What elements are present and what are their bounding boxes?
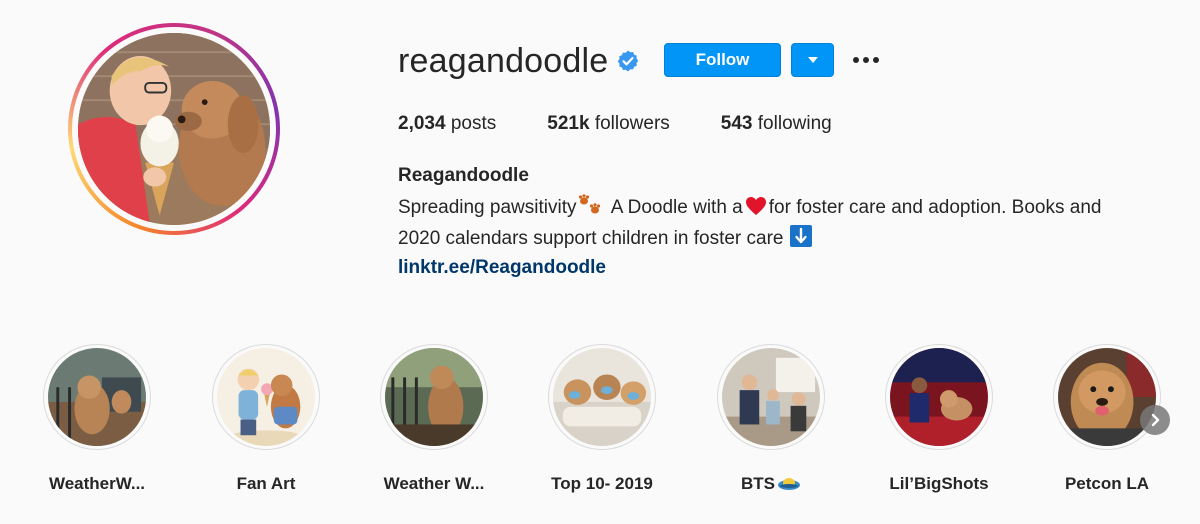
username-row: reagandoodle xyxy=(398,40,640,82)
followers-label: followers xyxy=(594,113,670,134)
bio-line1-b: A Doodle with a xyxy=(606,197,743,218)
chevron-down-icon xyxy=(807,57,818,63)
posts-stat: 2,034 posts xyxy=(398,113,496,135)
following-count: 543 xyxy=(720,113,753,134)
bio-text: Spreading pawsitivity A Doodle with a fo… xyxy=(398,192,1178,254)
verified-badge-icon xyxy=(616,49,640,73)
story-highlight[interactable]: WeatherW... xyxy=(13,344,181,494)
dogs-in-bed-image xyxy=(553,348,651,446)
suggested-accounts-dropdown-button[interactable] xyxy=(791,43,834,77)
tv-stage-image xyxy=(890,348,988,446)
profile-stats: 2,034 posts 521k followers 543 following xyxy=(398,110,883,138)
bio-line1-c: for foster care and adoption. Books and xyxy=(768,197,1102,218)
chevron-right-icon xyxy=(1151,413,1160,427)
more-dot-icon xyxy=(863,57,869,63)
highlight-label: BTS xyxy=(741,474,801,494)
profile-link[interactable]: linktr.ee/Reagandoodle xyxy=(398,254,606,282)
highlight-label: Lil’BigShots xyxy=(889,474,989,493)
followers-stat[interactable]: 521k followers xyxy=(547,113,670,135)
story-highlight[interactable]: BTS xyxy=(687,344,855,494)
profile-page: reagandoodle Follow 2,034 posts 521k fol… xyxy=(0,0,1200,524)
following-label: following xyxy=(757,113,832,134)
down-arrow-icon xyxy=(789,225,812,247)
highlights-next-button[interactable] xyxy=(1140,405,1170,435)
bio-line2: 2020 calendars support children in foste… xyxy=(398,228,784,249)
dog-portrait-image xyxy=(1058,348,1156,446)
highlight-label: WeatherW... xyxy=(48,474,146,493)
profile-avatar[interactable] xyxy=(68,23,280,235)
highlight-label: Weather W... xyxy=(383,474,485,493)
bio-line1-a: Spreading pawsitivity xyxy=(398,197,577,218)
story-highlight[interactable]: Lil’BigShots xyxy=(855,344,1023,494)
red-heart-icon xyxy=(745,195,767,215)
story-highlight[interactable]: Fan Art xyxy=(182,344,350,494)
username: reagandoodle xyxy=(398,42,609,80)
dog-and-boy-illustration-image xyxy=(217,348,315,446)
highlight-label: Top 10- 2019 xyxy=(551,474,653,493)
more-dot-icon xyxy=(873,57,879,63)
following-stat[interactable]: 543 following xyxy=(721,113,832,135)
follow-button[interactable]: Follow xyxy=(664,43,781,77)
highlight-label-text: BTS xyxy=(741,474,775,493)
followers-count: 521k xyxy=(547,113,590,134)
avatar-photo xyxy=(78,33,270,225)
posts-label: posts xyxy=(450,113,497,134)
paw-prints-icon xyxy=(578,194,602,216)
dog-on-railing-image xyxy=(385,348,483,446)
highlight-label: Petcon LA xyxy=(1064,474,1150,493)
dog-on-porch-image xyxy=(48,348,146,446)
more-dot-icon xyxy=(853,57,859,63)
studio-scene-image xyxy=(722,348,820,446)
flying-saucer-emoji-icon xyxy=(777,475,801,493)
story-highlight[interactable]: Weather W... xyxy=(350,344,518,494)
posts-count: 2,034 xyxy=(398,113,446,134)
highlight-label: Fan Art xyxy=(236,474,296,493)
more-options-button[interactable] xyxy=(850,48,882,72)
story-highlight[interactable]: Top 10- 2019 xyxy=(518,344,686,494)
display-name: Reagandoodle xyxy=(398,165,529,186)
